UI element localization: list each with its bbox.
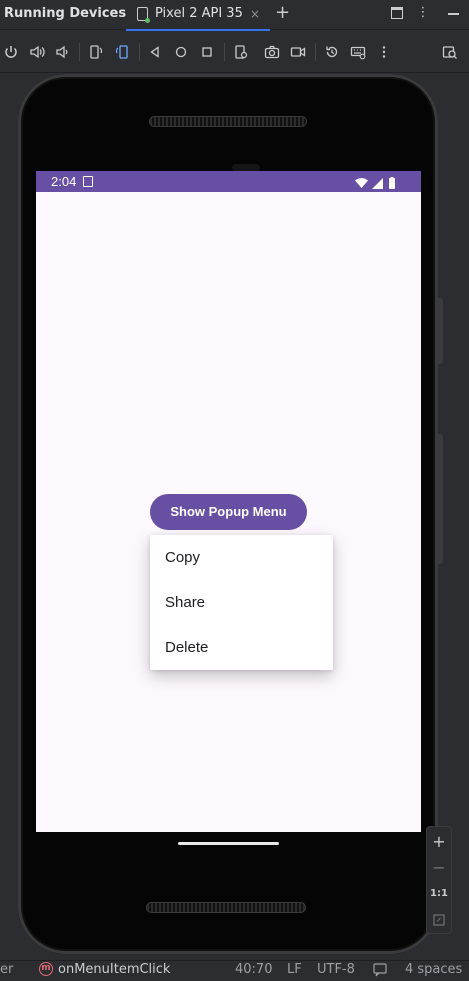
- fit-screen-icon[interactable]: [427, 907, 451, 933]
- file-encoding[interactable]: UTF-8: [317, 962, 355, 977]
- top-speaker: [149, 116, 307, 127]
- panel-title: Running Devices: [4, 6, 127, 21]
- gesture-nav-handle[interactable]: [178, 842, 279, 845]
- indent-setting[interactable]: 4 spaces: [405, 962, 462, 977]
- wifi-icon: [355, 178, 368, 188]
- back-icon[interactable]: [147, 44, 163, 60]
- add-tab-button[interactable]: +: [275, 2, 290, 23]
- volume-down-icon[interactable]: [54, 44, 70, 60]
- volume-rocker: [437, 434, 443, 564]
- toolbar-divider: [224, 43, 225, 61]
- tab-close-icon[interactable]: ×: [250, 7, 260, 21]
- device-explorer-icon[interactable]: [442, 44, 458, 60]
- indent-icon: [373, 963, 387, 981]
- toolbar-divider: [315, 43, 316, 61]
- power-icon[interactable]: [3, 44, 19, 60]
- status-icons: [354, 175, 407, 189]
- toolbar-divider: [139, 43, 140, 61]
- rotate-right-icon[interactable]: [114, 44, 130, 60]
- reset-icon[interactable]: [324, 44, 340, 60]
- ide-tab-bar: Running Devices Pixel 2 API 35 × + ⋮: [0, 0, 469, 31]
- sim-icon: [83, 176, 93, 187]
- signal-icon: [372, 178, 383, 189]
- menu-item-delete[interactable]: Delete: [150, 625, 333, 670]
- tab-label: Pixel 2 API 35: [155, 6, 243, 21]
- breadcrumb-truncated[interactable]: er: [0, 962, 13, 977]
- keyboard-icon[interactable]: [350, 44, 366, 60]
- device-icon: [137, 7, 150, 23]
- actual-size-button[interactable]: 1:1: [427, 881, 451, 907]
- screen-record-icon[interactable]: [290, 44, 306, 60]
- zoom-controls: + − 1:1: [426, 826, 452, 934]
- emulator-toolbar: [0, 31, 469, 73]
- rotate-left-icon[interactable]: [88, 44, 104, 60]
- tab-pixel-2-api-35[interactable]: Pixel 2 API 35 ×: [126, 0, 270, 31]
- more-options-icon[interactable]: ⋮: [416, 6, 430, 20]
- more-icon[interactable]: [376, 44, 392, 60]
- status-time: 2:04: [51, 174, 77, 189]
- battery-icon: [389, 178, 395, 189]
- zoom-out-button[interactable]: −: [427, 855, 451, 881]
- device-settings-icon[interactable]: [233, 44, 249, 60]
- zoom-in-button[interactable]: +: [427, 829, 451, 855]
- screenshot-icon[interactable]: [264, 44, 280, 60]
- volume-up-icon[interactable]: [29, 44, 45, 60]
- power-button: [437, 298, 443, 364]
- cursor-position[interactable]: 40:70: [235, 962, 272, 977]
- breadcrumb-method[interactable]: onMenuItemClick: [58, 962, 170, 977]
- android-status-bar: 2:04: [36, 171, 421, 192]
- menu-item-copy[interactable]: Copy: [150, 535, 333, 580]
- ide-status-bar: er m onMenuItemClick 40:70 LF UTF-8 4 sp…: [0, 960, 469, 978]
- home-icon[interactable]: [173, 44, 189, 60]
- bottom-speaker: [146, 902, 306, 913]
- method-icon: m: [39, 962, 53, 976]
- line-separator[interactable]: LF: [287, 962, 302, 977]
- maximize-icon[interactable]: [391, 7, 403, 19]
- minimize-icon[interactable]: [448, 13, 459, 15]
- show-popup-menu-button[interactable]: Show Popup Menu: [150, 494, 307, 530]
- toolbar-divider: [79, 43, 80, 61]
- menu-item-share[interactable]: Share: [150, 580, 333, 625]
- overview-icon[interactable]: [199, 44, 215, 60]
- popup-menu: Copy Share Delete: [150, 535, 333, 670]
- emulator-screen[interactable]: 2:04 Show Popup Menu Copy Share Delete: [36, 171, 421, 832]
